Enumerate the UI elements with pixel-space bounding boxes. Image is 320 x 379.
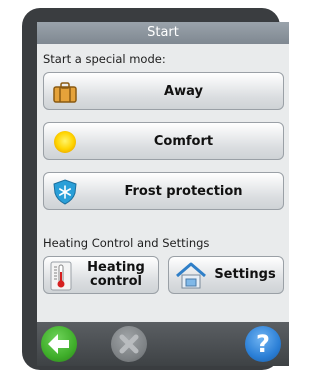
comfort-label: Comfort bbox=[153, 133, 214, 149]
screen: Start Start a special mode: Away Comfort bbox=[37, 22, 289, 322]
page-title: Start bbox=[147, 25, 179, 40]
settings-label: Settings bbox=[214, 267, 276, 282]
cancel-icon bbox=[119, 334, 139, 354]
bottom-bar: ? bbox=[37, 322, 289, 366]
snowflake-shield-icon bbox=[53, 179, 77, 205]
heating-control-label: Heating control bbox=[87, 260, 145, 289]
away-button[interactable]: Away bbox=[43, 72, 284, 110]
heating-heading: Heating Control and Settings bbox=[43, 236, 210, 250]
frost-protection-button[interactable]: Frost protection bbox=[43, 172, 284, 210]
special-mode-heading: Start a special mode: bbox=[43, 52, 166, 66]
help-button[interactable]: ? bbox=[245, 326, 281, 362]
title-bar: Start bbox=[37, 22, 289, 44]
comfort-button[interactable]: Comfort bbox=[43, 122, 284, 160]
thermometer-icon bbox=[50, 261, 72, 291]
back-button[interactable] bbox=[41, 326, 77, 362]
heating-control-button[interactable]: Heating control bbox=[43, 256, 159, 294]
house-icon bbox=[176, 262, 206, 289]
settings-button[interactable]: Settings bbox=[168, 256, 284, 294]
sun-icon bbox=[54, 131, 76, 153]
suitcase-icon bbox=[53, 82, 77, 103]
back-arrow-icon bbox=[48, 334, 69, 354]
help-icon: ? bbox=[256, 330, 270, 358]
cancel-button[interactable] bbox=[111, 326, 147, 362]
away-label: Away bbox=[164, 83, 203, 99]
frost-protection-label: Frost protection bbox=[124, 183, 243, 199]
